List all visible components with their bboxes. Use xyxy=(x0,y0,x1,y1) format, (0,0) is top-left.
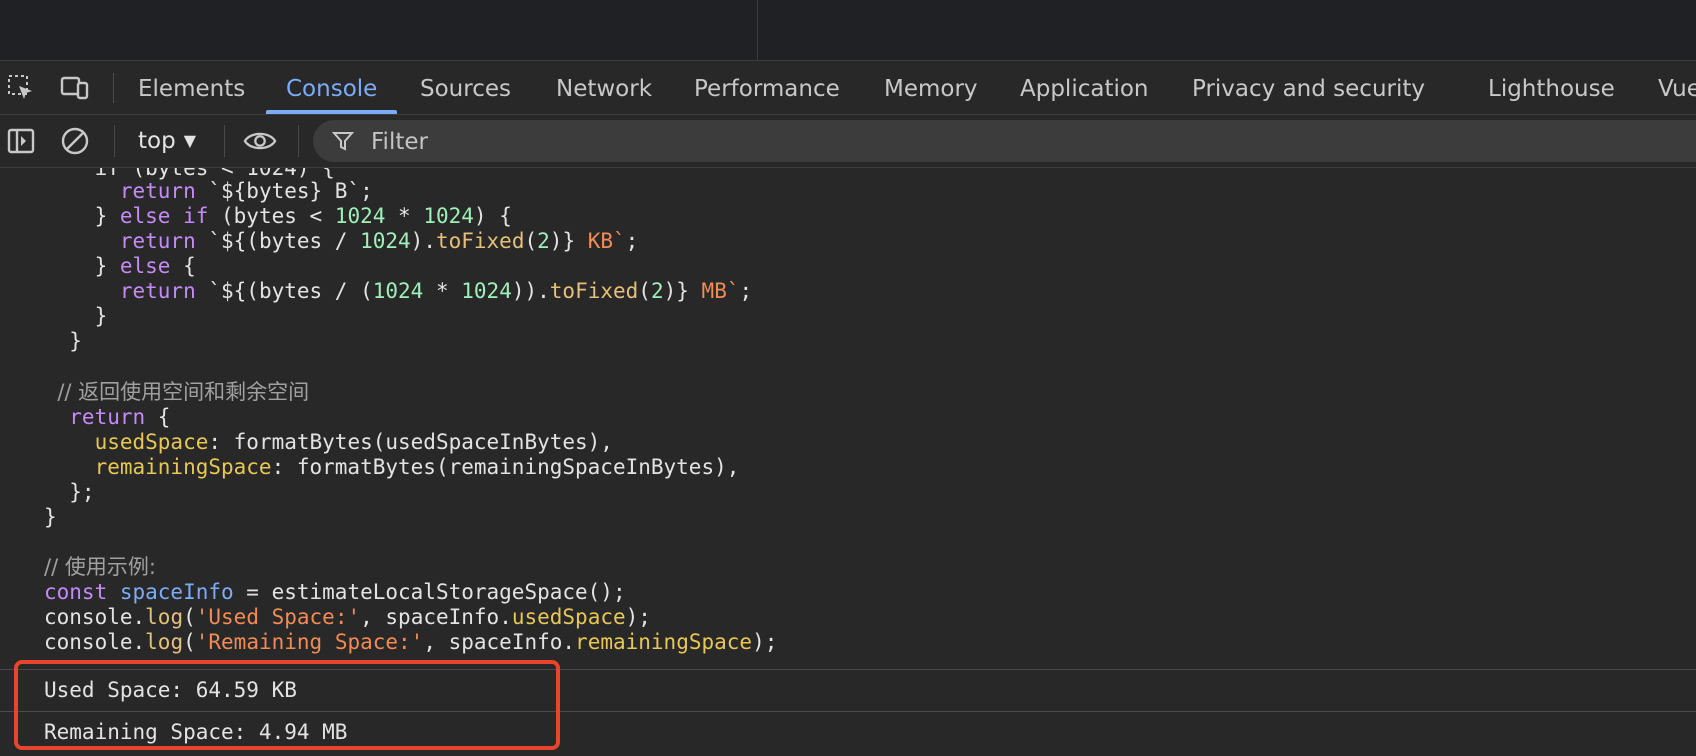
clear-console-icon[interactable] xyxy=(58,124,92,158)
sidebar-toggle-icon[interactable] xyxy=(4,124,38,158)
tab-elements[interactable]: Elements xyxy=(138,61,245,114)
tab-performance[interactable]: Performance xyxy=(694,61,840,114)
toolbar-separator xyxy=(114,125,115,157)
console-output-used-space: Used Space: 64.59 KB xyxy=(44,678,297,702)
code-line: } else if (bytes < 1024 * 1024) { xyxy=(44,204,512,228)
code-line: return `${(bytes / (1024 * 1024)).toFixe… xyxy=(44,279,753,303)
code-line: return { xyxy=(44,405,171,429)
console-output-remaining-space: Remaining Space: 4.94 MB xyxy=(44,720,348,744)
live-expression-eye-icon[interactable] xyxy=(243,124,277,158)
toolbar-separator xyxy=(224,125,225,157)
console-output-row: Remaining Space: 4.94 MB xyxy=(0,711,1696,753)
code-line: console.log('Remaining Space:', spaceInf… xyxy=(44,630,778,654)
tab-privacy-and-security[interactable]: Privacy and security xyxy=(1192,61,1425,114)
code-line: return `${(bytes / 1024).toFixed(2)} KB`… xyxy=(44,229,639,253)
context-selector[interactable]: top ▼ xyxy=(138,115,196,167)
code-line: remainingSpace: formatBytes(remainingSpa… xyxy=(44,455,740,479)
filter-input[interactable] xyxy=(369,120,973,164)
code-line: } xyxy=(44,304,108,328)
device-toolbar-icon[interactable] xyxy=(58,71,92,105)
tab-application[interactable]: Application xyxy=(1020,61,1149,114)
code-line: console.log('Used Space:', spaceInfo.use… xyxy=(44,605,651,629)
toolbar-separator xyxy=(298,125,299,157)
tab-lighthouse[interactable]: Lighthouse xyxy=(1488,61,1615,114)
context-label: top xyxy=(138,128,176,154)
code-comment: // 使用示例: xyxy=(44,555,156,579)
code-line: } xyxy=(44,505,57,529)
code-line: return `${bytes} B`; xyxy=(44,179,373,203)
filter-funnel-icon xyxy=(331,129,355,157)
tab-console[interactable]: Console xyxy=(265,61,398,114)
code-line: } else { xyxy=(44,254,196,278)
console-toolbar: top ▼ xyxy=(0,115,1696,168)
tab-network[interactable]: Network xyxy=(556,61,652,114)
caret-down-icon: ▼ xyxy=(183,131,197,150)
inspect-element-icon[interactable] xyxy=(4,71,38,105)
code-line: usedSpace: formatBytes(usedSpaceInBytes)… xyxy=(44,430,613,454)
tab-vue[interactable]: Vue xyxy=(1658,61,1696,114)
code-line: }; xyxy=(44,480,95,504)
code-line: const spaceInfo = estimateLocalStorageSp… xyxy=(44,580,626,604)
browser-top-strip xyxy=(0,0,1696,61)
console-code-block: if (bytes < 1024) { return `${bytes} B`;… xyxy=(0,168,1696,668)
tab-memory[interactable]: Memory xyxy=(884,61,978,114)
code-line: } xyxy=(44,329,82,353)
pane-divider[interactable] xyxy=(757,0,758,60)
tab-bar-separator xyxy=(113,73,114,103)
tab-sources[interactable]: Sources xyxy=(420,61,511,114)
console-output-row: Used Space: 64.59 KB xyxy=(0,669,1696,711)
code-comment: // 返回使用空间和剩余空间 xyxy=(44,380,310,404)
filter-box[interactable] xyxy=(313,120,1696,164)
devtools-tab-bar: Elements Console Sources Network Perform… xyxy=(0,61,1696,115)
